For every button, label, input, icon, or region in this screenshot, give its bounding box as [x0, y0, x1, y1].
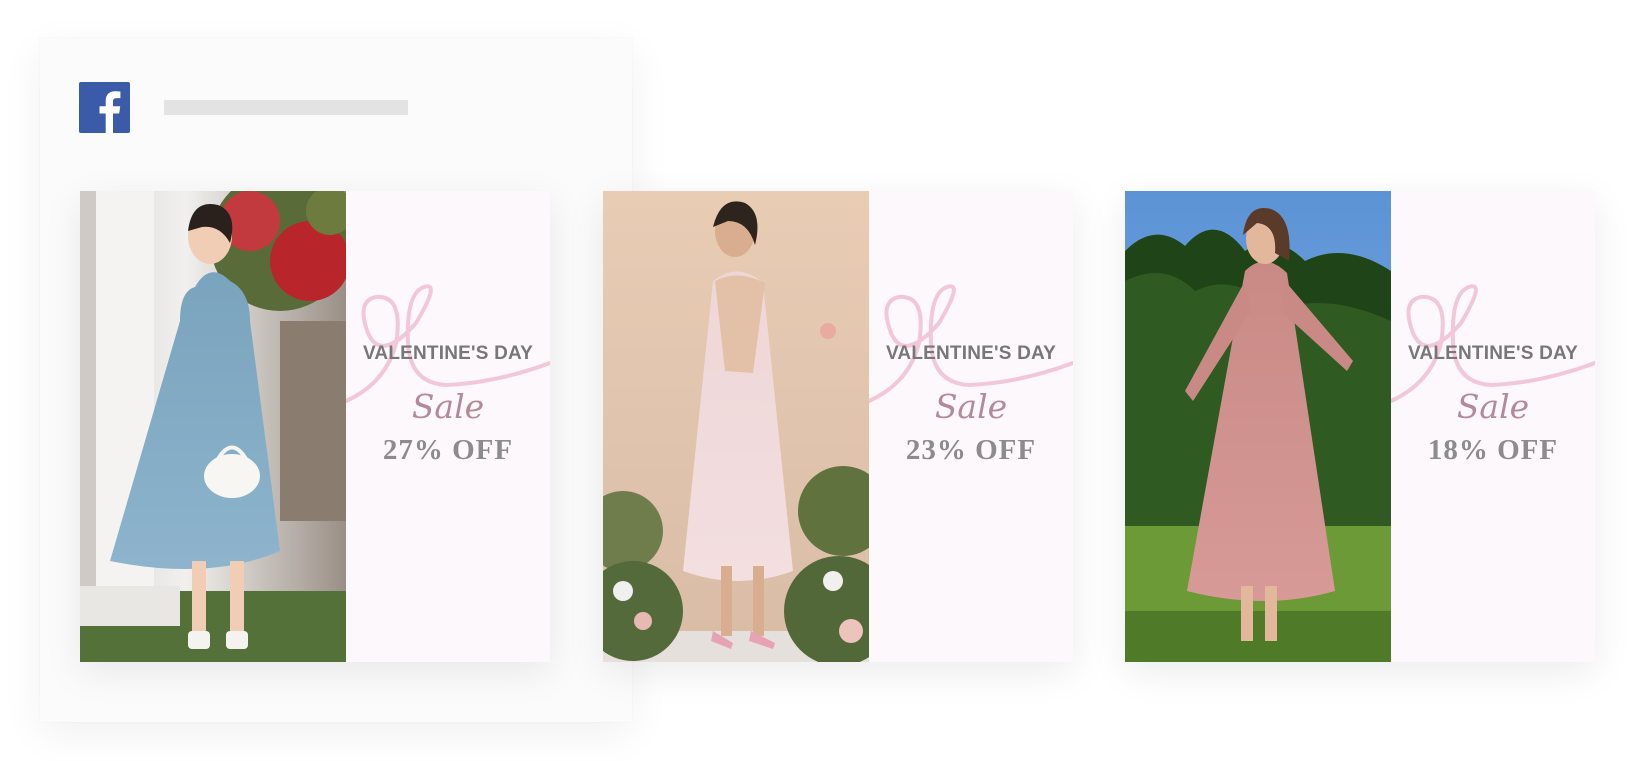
promo-panel: VALENTINE'S DAY Sale 18% OFF [1391, 191, 1595, 662]
promo-sale-script: Sale [934, 387, 1008, 426]
promo-panel: VALENTINE'S DAY Sale 23% OFF [869, 191, 1073, 662]
ad-preview-stage: VALENTINE'S DAY Sale 27% OFF VALENTINE'S… [0, 0, 1637, 761]
promo-discount: 18% OFF [1427, 434, 1559, 466]
blue-dress-model-photo [80, 191, 346, 662]
promo-panel: VALENTINE'S DAY Sale 27% OFF [346, 191, 550, 662]
promo-discount: 23% OFF [905, 434, 1037, 466]
promo-sale-script: Sale [1456, 387, 1530, 426]
page-name-placeholder [164, 100, 408, 115]
pink-dress-model-photo [603, 191, 869, 662]
promo-sale-script: Sale [411, 387, 485, 426]
carousel-slide-3[interactable]: VALENTINE'S DAY Sale 18% OFF [1125, 191, 1595, 662]
carousel-slide-2[interactable]: VALENTINE'S DAY Sale 23% OFF [603, 191, 1073, 662]
rose-dress-model-photo [1125, 191, 1391, 662]
facebook-icon [79, 82, 130, 133]
promo-discount: 27% OFF [382, 434, 514, 466]
promo-title: VALENTINE'S DAY [885, 343, 1057, 364]
promo-title: VALENTINE'S DAY [1407, 343, 1579, 364]
carousel-slide-1[interactable]: VALENTINE'S DAY Sale 27% OFF [80, 191, 550, 662]
promo-title: VALENTINE'S DAY [362, 343, 534, 364]
